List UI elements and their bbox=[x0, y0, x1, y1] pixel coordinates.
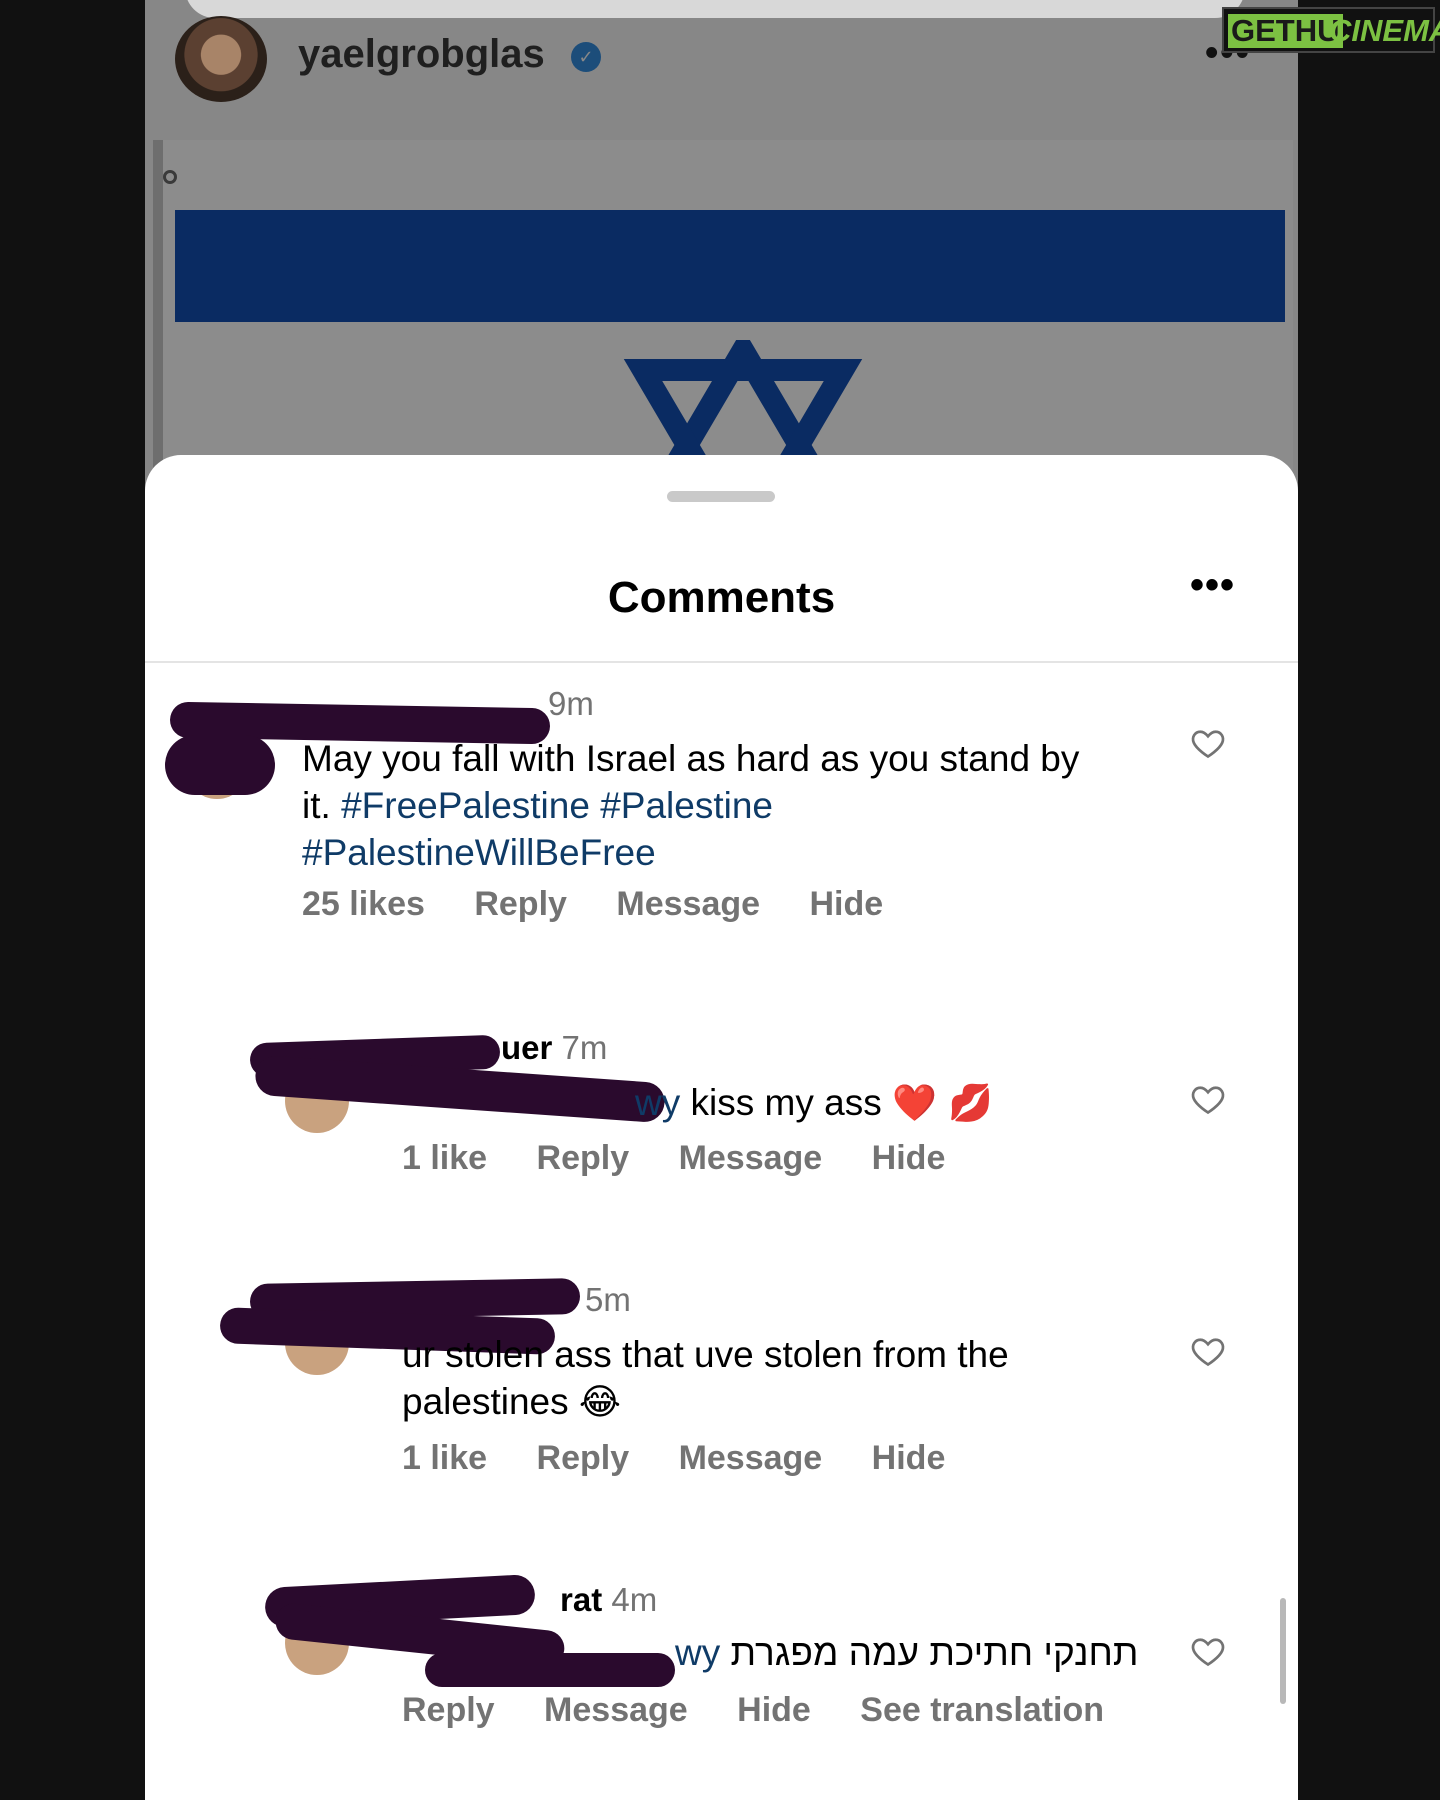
comment-meta: 5m bbox=[585, 1281, 631, 1319]
header-divider bbox=[145, 661, 1298, 663]
verified-badge-icon: ✓ bbox=[571, 42, 601, 72]
comments-more-options-icon[interactable]: ••• bbox=[1190, 563, 1235, 608]
message-button[interactable]: Message bbox=[616, 885, 760, 923]
mention-link[interactable]: wy bbox=[635, 1082, 680, 1123]
comment-actions: 1 like Reply Message Hide bbox=[402, 1439, 985, 1478]
redaction-scribble bbox=[425, 1653, 675, 1687]
comment-time: 9m bbox=[548, 685, 594, 722]
comment-actions: 25 likes Reply Message Hide bbox=[302, 885, 923, 924]
like-heart-icon[interactable] bbox=[1190, 1633, 1226, 1669]
reply-button[interactable]: Reply bbox=[537, 1439, 630, 1477]
comments-sheet: Comments ••• 9m May you fall with Israel… bbox=[145, 455, 1298, 1800]
message-button[interactable]: Message bbox=[544, 1691, 688, 1729]
comment-text: wy תחנקי חתיכת עמה מפגרת bbox=[675, 1629, 1275, 1676]
watermark-part-b: CINEMA bbox=[1329, 13, 1440, 48]
comment-body: תחנקי חתיכת עמה מפגרת bbox=[730, 1632, 1139, 1673]
comment-text: May you fall with Israel as hard as you … bbox=[302, 735, 1082, 876]
comment-actions: 1 like Reply Message Hide bbox=[402, 1139, 985, 1178]
hide-button[interactable]: Hide bbox=[872, 1139, 946, 1177]
post-header: yaelgrobglas ✓ ••• bbox=[145, 0, 1298, 132]
like-heart-icon[interactable] bbox=[1190, 1081, 1226, 1117]
comment-meta: 9m bbox=[548, 685, 594, 723]
likes-count[interactable]: 1 like bbox=[402, 1139, 487, 1177]
flag-ring bbox=[163, 170, 177, 184]
comment-time: 4m bbox=[611, 1581, 658, 1618]
laughing-emoji: 😂 bbox=[578, 1382, 621, 1423]
post-author-username[interactable]: yaelgrobglas bbox=[298, 32, 545, 77]
flag-pole bbox=[153, 140, 163, 470]
comments-title: Comments bbox=[607, 573, 836, 622]
phone-screen: yaelgrobglas ✓ ••• Comments ••• 9m May y… bbox=[145, 0, 1298, 1800]
reply-button[interactable]: Reply bbox=[402, 1691, 495, 1729]
comment-time: 5m bbox=[585, 1281, 631, 1318]
comment-text: ur stolen ass that uve stolen from the p… bbox=[402, 1331, 1162, 1426]
likes-count[interactable]: 1 like bbox=[402, 1439, 487, 1477]
like-heart-icon[interactable] bbox=[1190, 1333, 1226, 1369]
see-translation-button[interactable]: See translation bbox=[860, 1691, 1104, 1729]
hide-button[interactable]: Hide bbox=[737, 1691, 811, 1729]
comment-author-fragment[interactable]: uer bbox=[501, 1029, 552, 1066]
likes-count[interactable]: 25 likes bbox=[302, 885, 425, 923]
watermark-part-a: GETHU bbox=[1228, 14, 1343, 48]
hashtag-link[interactable]: #Palestine bbox=[600, 785, 773, 826]
heart-and-kiss-emoji: ❤️ 💋 bbox=[891, 1083, 994, 1124]
post-author-avatar[interactable] bbox=[175, 16, 267, 102]
comment-body: ur stolen ass that uve stolen from the p… bbox=[402, 1334, 1009, 1422]
post-image bbox=[153, 140, 1293, 470]
comment-body: kiss my ass bbox=[680, 1082, 892, 1123]
comment-text: wy kiss my ass ❤️ 💋 bbox=[635, 1079, 1235, 1127]
like-heart-icon[interactable] bbox=[1190, 725, 1226, 761]
comment-actions: Reply Message Hide See translation bbox=[402, 1691, 1144, 1730]
sheet-grab-handle[interactable] bbox=[667, 491, 775, 502]
gethucinema-watermark-logo: GETHU CINEMA bbox=[1222, 7, 1440, 53]
comment-meta: rat 4m bbox=[560, 1581, 657, 1619]
flag-blue-stripe bbox=[175, 210, 1285, 322]
hide-button[interactable]: Hide bbox=[809, 885, 883, 923]
redaction-scribble bbox=[165, 735, 275, 795]
comment-meta: uer 7m bbox=[501, 1029, 607, 1067]
reply-button[interactable]: Reply bbox=[537, 1139, 630, 1177]
comment-time: 7m bbox=[561, 1029, 608, 1066]
hashtag-link[interactable]: #FreePalestine bbox=[341, 785, 590, 826]
message-button[interactable]: Message bbox=[679, 1439, 823, 1477]
message-button[interactable]: Message bbox=[679, 1139, 823, 1177]
star-of-david-icon bbox=[623, 340, 863, 470]
hashtag-link[interactable]: #PalestineWillBeFree bbox=[302, 832, 656, 873]
reply-button[interactable]: Reply bbox=[474, 885, 567, 923]
comments-scrollbar[interactable] bbox=[1280, 1598, 1286, 1704]
comment-author-fragment[interactable]: rat bbox=[560, 1581, 602, 1618]
mention-link[interactable]: wy bbox=[675, 1632, 720, 1673]
hide-button[interactable]: Hide bbox=[872, 1439, 946, 1477]
